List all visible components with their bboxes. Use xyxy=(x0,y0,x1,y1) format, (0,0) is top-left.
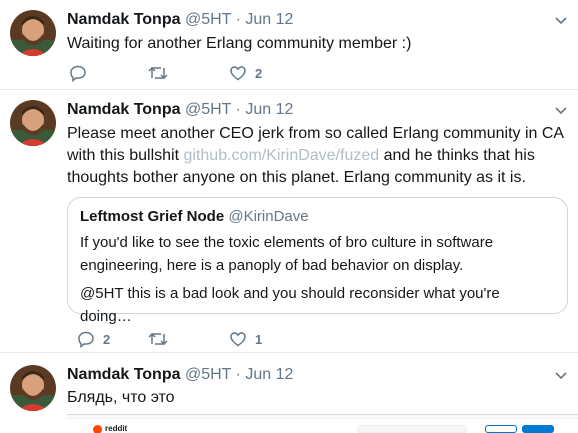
retweet-icon xyxy=(148,66,168,80)
tweet-link[interactable]: github.com/KirinDave/fuzed xyxy=(184,147,380,164)
like-count: 1 xyxy=(255,331,263,347)
tweet-1[interactable]: Namdak Tonpa @5HT · Jun 12 Waiting for a… xyxy=(0,0,578,90)
avatar-image xyxy=(10,365,56,411)
like-button[interactable]: 1 xyxy=(229,330,262,348)
quote-text: If you'd like to see the toxic elements … xyxy=(80,234,494,274)
avatar-image xyxy=(10,100,56,146)
like-icon xyxy=(230,332,246,347)
quoted-tweet[interactable]: Leftmost Grief Node @KirinDave If you'd … xyxy=(67,197,568,325)
chevron-down-icon[interactable] xyxy=(554,369,568,383)
avatar[interactable] xyxy=(10,100,56,146)
author-handle[interactable]: @5HT xyxy=(185,101,231,118)
tweet-text: Waiting for another Erlang community mem… xyxy=(67,35,412,52)
embed-signup-button xyxy=(522,425,554,433)
quote-text-mention: @5HT this is a bad look and you should r… xyxy=(80,285,500,325)
embed-login-button xyxy=(485,425,517,433)
reply-button[interactable]: 2 xyxy=(77,330,110,348)
embed-header: reddit xyxy=(67,419,578,433)
tweet-date[interactable]: Jun 12 xyxy=(245,11,293,28)
like-button[interactable]: 2 xyxy=(229,64,262,82)
embed-search-box xyxy=(357,425,467,433)
reddit-wordmark: reddit xyxy=(105,424,128,433)
embed-banner xyxy=(67,415,578,418)
retweet-icon xyxy=(148,332,168,346)
tweet-date[interactable]: Jun 12 xyxy=(245,366,293,383)
author-name[interactable]: Namdak Tonpa xyxy=(67,366,181,383)
reply-count: 2 xyxy=(103,331,111,347)
tweet-text: Блядь, что это xyxy=(67,389,175,406)
author-name[interactable]: Namdak Tonpa xyxy=(67,101,181,118)
reply-icon xyxy=(70,65,86,82)
reddit-logo-icon xyxy=(93,425,102,433)
author-name[interactable]: Namdak Tonpa xyxy=(67,11,181,28)
like-count: 2 xyxy=(255,65,263,81)
tweet-text: Please meet another CEO jerk from so cal… xyxy=(67,123,568,189)
separator: · xyxy=(235,11,241,28)
reply-button[interactable] xyxy=(69,64,95,82)
chevron-down-icon[interactable] xyxy=(554,14,568,28)
avatar[interactable] xyxy=(10,10,56,56)
separator: · xyxy=(235,101,241,118)
separator: · xyxy=(235,366,241,383)
retweet-button[interactable] xyxy=(148,64,176,82)
quote-author-name: Leftmost Grief Node xyxy=(80,208,225,225)
like-icon xyxy=(230,66,246,81)
embedded-image[interactable]: reddit xyxy=(67,414,578,433)
author-handle[interactable]: @5HT xyxy=(185,366,231,383)
reply-icon xyxy=(78,331,94,348)
quote-author-handle: @KirinDave xyxy=(228,208,309,225)
avatar[interactable] xyxy=(10,365,56,411)
author-handle[interactable]: @5HT xyxy=(185,11,231,28)
tweet-date[interactable]: Jun 12 xyxy=(245,101,293,118)
avatar-image xyxy=(10,10,56,56)
chevron-down-icon[interactable] xyxy=(554,104,568,118)
tweet-2[interactable]: Namdak Tonpa @5HT · Jun 12 Please meet a… xyxy=(0,90,578,353)
retweet-button[interactable] xyxy=(148,330,176,348)
